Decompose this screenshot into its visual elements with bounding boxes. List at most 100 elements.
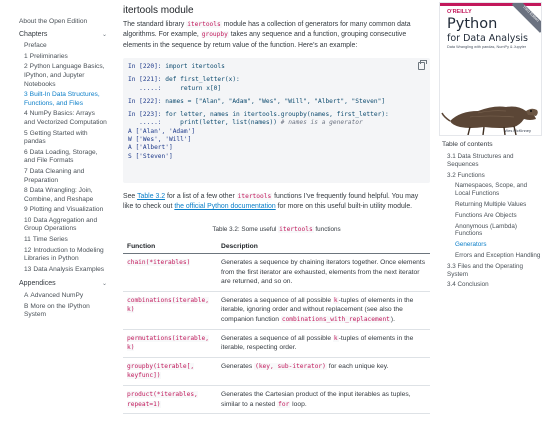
chapter-label: Introduction to Modeling Libraries in Py… xyxy=(24,246,104,263)
table-row: permutations(iterable, k) Generates a seq… xyxy=(123,329,430,358)
chapter-number: 7 xyxy=(24,167,28,175)
description-text: Generates the Cartesian product of the i… xyxy=(221,390,411,408)
chapter-number: 2 xyxy=(24,63,28,71)
description-text: loop. xyxy=(290,400,307,408)
appendix-link[interactable]: A Advanced NumPy xyxy=(19,292,107,301)
description-text: Generates a sequence by chaining iterato… xyxy=(221,259,426,286)
page-title: itertools module xyxy=(123,5,194,16)
chapter-link[interactable]: 2 Python Language Basics, IPython, and Ju… xyxy=(19,63,107,89)
toc-item[interactable]: 3.4 Conclusion xyxy=(447,281,542,289)
chapter-link[interactable]: 4 NumPy Basics: Arrays and Vectorized Com… xyxy=(19,110,107,127)
code-line: In [220]: import itertools xyxy=(128,63,425,71)
code-prompt: .....: xyxy=(128,119,181,127)
appendix-link[interactable]: B More on the IPython System xyxy=(19,303,107,320)
chapter-label: NumPy Basics: Arrays and Vectorized Comp… xyxy=(24,110,107,126)
code-output: A ['Alan', 'Adam'] xyxy=(128,127,196,135)
chapter-label: Data Analysis Examples xyxy=(33,265,105,273)
chapter-label: Time Series xyxy=(32,236,68,244)
chapter-link[interactable]: 3 Built-In Data Structures, Functions, an… xyxy=(19,91,107,108)
inline-code: (key, sub-iterator) xyxy=(254,362,327,370)
chapter-link[interactable]: Preface xyxy=(19,42,107,51)
chapter-link[interactable]: 10 Data Aggregation and Group Operations xyxy=(19,217,107,234)
description-text: for each unique key. xyxy=(326,362,389,370)
code-line: .....: print(letter, list(names)) # name… xyxy=(128,119,425,127)
function-cell: chain(*iterables) xyxy=(123,253,217,292)
chapter-label: Getting Started with pandas xyxy=(24,129,88,146)
table-ref-link[interactable]: Table 3.2 xyxy=(137,193,165,200)
cover-title-2: for Data Analysis xyxy=(447,33,528,44)
chapter-label: Preliminaries xyxy=(29,52,68,60)
caption-text: functions xyxy=(313,226,341,233)
description-text: Generates a sequence of all possible xyxy=(221,296,333,304)
function-name: permutations(iterable, k) xyxy=(127,334,209,352)
intro-paragraph: The standard library itertools module ha… xyxy=(123,20,428,51)
code-line: In [222]: names = ["Alan", "Adam", "Wes"… xyxy=(128,98,425,106)
see-also-text: for a list of a few other xyxy=(165,193,237,200)
cover-animal-illustration xyxy=(441,106,538,135)
chevron-down-icon: ⌄ xyxy=(101,281,107,288)
inline-code: combinations_with_replacement xyxy=(280,315,391,323)
chapter-link[interactable]: 9 Plotting and Visualization xyxy=(19,206,107,215)
toc-item[interactable]: Generators xyxy=(447,241,542,249)
chapter-number: 6 xyxy=(24,148,28,156)
chapters-section-toggle[interactable]: Chapters ⌄ xyxy=(19,31,107,40)
chapter-label: Python Language Basics, IPython, and Jup… xyxy=(24,63,105,88)
toc-title: Table of contents xyxy=(442,141,493,148)
chapter-label: Data Cleaning and Preparation xyxy=(24,167,85,184)
toc-item[interactable]: Functions Are Objects xyxy=(447,212,542,220)
toc-item[interactable]: Returning Multiple Values xyxy=(447,201,542,209)
chapter-link[interactable]: 7 Data Cleaning and Preparation xyxy=(19,168,107,185)
toc-item[interactable]: Namespaces, Scope, and Local Functions xyxy=(447,182,542,198)
cover-band xyxy=(440,3,541,6)
caption-text: Table 3.2: Some useful xyxy=(212,226,279,233)
about-open-edition-link[interactable]: About the Open Edition xyxy=(19,18,116,27)
description-text: ). xyxy=(390,315,395,323)
book-cover[interactable]: O'REILLY Third Edition Python for Data A… xyxy=(439,2,542,136)
code-comment: # names is a generator xyxy=(280,119,363,127)
toc-item[interactable]: Errors and Exception Handling xyxy=(447,252,542,260)
cover-title: Python xyxy=(447,16,498,32)
chapter-label: Data Loading, Storage, and File Formats xyxy=(24,148,98,165)
chapter-link[interactable]: 6 Data Loading, Storage, and File Formats xyxy=(19,149,107,166)
description-text: Generates a sequence of all possible xyxy=(221,334,333,342)
code-line: .....: return x[0] xyxy=(128,85,425,93)
description-cell: Generates the Cartesian product of the i… xyxy=(217,385,430,415)
code-text: print(letter, list(names)) xyxy=(180,119,281,127)
table-row: combinations(iterable, k) Generates a seq… xyxy=(123,291,430,330)
code-text: return x[0] xyxy=(180,84,222,92)
inline-code: itertools xyxy=(278,226,314,233)
python-docs-link[interactable]: the official Python documentation xyxy=(174,203,275,210)
publisher-logo: O'REILLY xyxy=(447,9,472,15)
chapter-number: 11 xyxy=(24,236,31,244)
table-row: chain(*iterables) Generates a sequence by… xyxy=(123,253,430,292)
chapter-number: 10 xyxy=(24,216,32,224)
inline-code: for xyxy=(277,400,291,408)
toc-item[interactable]: 3.3 Files and the Operating System xyxy=(447,263,542,279)
chapter-link[interactable]: 5 Getting Started with pandas xyxy=(19,130,107,147)
itertools-table: Function Description chain(*iterables) Ge… xyxy=(123,240,430,415)
appendices-section-toggle[interactable]: Appendices ⌄ xyxy=(19,280,107,289)
code-output: A ['Albert'] xyxy=(128,144,173,152)
appendices-header: Appendices xyxy=(19,280,56,288)
chapter-link[interactable]: 11 Time Series xyxy=(19,236,107,245)
see-also-text: for more on this useful built-in utility… xyxy=(275,203,413,211)
right-sidebar: O'REILLY Third Edition Python for Data A… xyxy=(437,0,545,423)
toc-item[interactable]: Anonymous (Lambda) Functions xyxy=(447,223,542,239)
copy-icon[interactable] xyxy=(418,60,427,70)
column-header: Description xyxy=(217,240,430,254)
chapter-link[interactable]: 1 Preliminaries xyxy=(19,53,107,62)
chapter-link[interactable]: 13 Data Analysis Examples xyxy=(19,266,107,275)
inline-code: itertools xyxy=(236,193,273,200)
chapter-link[interactable]: 12 Introduction to Modeling Libraries in … xyxy=(19,247,107,264)
chapter-number: 3 xyxy=(24,91,28,99)
toc-item[interactable]: 3.1 Data Structures and Sequences xyxy=(447,153,542,169)
toc-list: 3.1 Data Structures and Sequences 3.2 Fun… xyxy=(447,153,542,292)
chevron-down-icon: ⌄ xyxy=(101,31,107,38)
appendix-letter: A xyxy=(24,292,29,300)
description-cell: Generates a sequence by chaining iterato… xyxy=(217,253,430,292)
function-cell: groupby(iterable[, keyfunc]) xyxy=(123,357,217,386)
chapter-link[interactable]: 8 Data Wrangling: Join, Combine, and Resh… xyxy=(19,187,107,204)
code-text: for letter, names in itertools.groupby(n… xyxy=(165,111,389,119)
code-block: In [220]: import itertools In [221]: def… xyxy=(123,58,430,183)
toc-item[interactable]: 3.2 Functions xyxy=(447,172,542,180)
